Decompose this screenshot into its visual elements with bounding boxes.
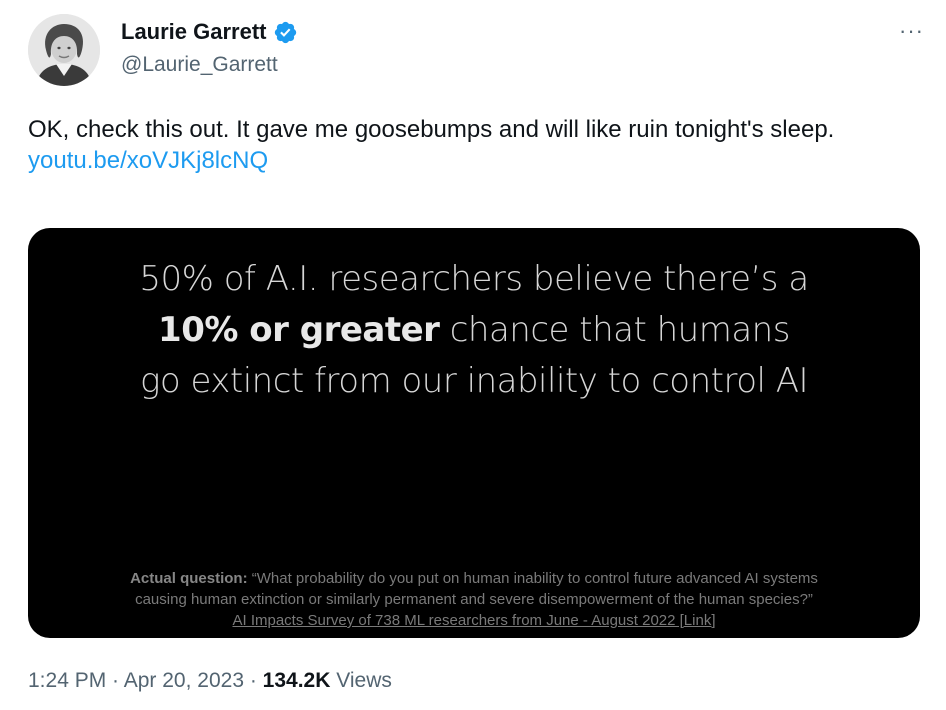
verified-badge-icon bbox=[273, 20, 298, 45]
tweet-meta: 1:24 PM · Apr 20, 2023 · 134.2K Views bbox=[28, 668, 392, 694]
tweet-link[interactable]: youtu.be/xoVJKj8lcNQ bbox=[28, 145, 908, 176]
author-display-name[interactable]: Laurie Garrett bbox=[121, 18, 267, 46]
tweet-text: OK, check this out. It gave me goosebump… bbox=[28, 116, 835, 143]
avatar[interactable] bbox=[28, 14, 100, 86]
headline-line-2-rest: chance that humans bbox=[439, 310, 791, 350]
question-label: Actual question: bbox=[130, 570, 248, 587]
author-handle[interactable]: @Laurie_Garrett bbox=[121, 52, 278, 78]
profile-photo bbox=[28, 14, 100, 86]
question-line-1: Actual question: “What probability do yo… bbox=[28, 568, 920, 589]
question-line-2: causing human extinction or similarly pe… bbox=[135, 591, 813, 608]
meta-separator: · bbox=[244, 669, 263, 692]
tweet-time[interactable]: 1:24 PM bbox=[28, 669, 106, 692]
headline-line-1: 50% of A.I. researchers believe there’s … bbox=[139, 259, 809, 299]
meta-separator: · bbox=[106, 669, 124, 692]
headline-line-2: 10% or greater chance that humans bbox=[28, 305, 920, 356]
survey-source: AI Impacts Survey of 738 ML researchers … bbox=[232, 612, 716, 629]
video-caption: Actual question: “What probability do yo… bbox=[28, 568, 920, 631]
video-media[interactable]: 50% of A.I. researchers believe there’s … bbox=[28, 228, 920, 638]
headline-emphasis: 10% or greater bbox=[158, 310, 440, 350]
views-label: Views bbox=[330, 669, 392, 692]
views-count: 134.2K bbox=[262, 669, 331, 692]
tweet-body: OK, check this out. It gave me goosebump… bbox=[28, 114, 908, 176]
video-headline: 50% of A.I. researchers believe there’s … bbox=[28, 254, 920, 407]
headline-line-3: go extinct from our inability to control… bbox=[139, 361, 809, 401]
author-name-row[interactable]: Laurie Garrett bbox=[121, 18, 298, 46]
more-options-icon[interactable]: ··· bbox=[899, 20, 924, 42]
tweet-date[interactable]: Apr 20, 2023 bbox=[124, 669, 244, 692]
question-text: “What probability do you put on human in… bbox=[247, 570, 818, 587]
